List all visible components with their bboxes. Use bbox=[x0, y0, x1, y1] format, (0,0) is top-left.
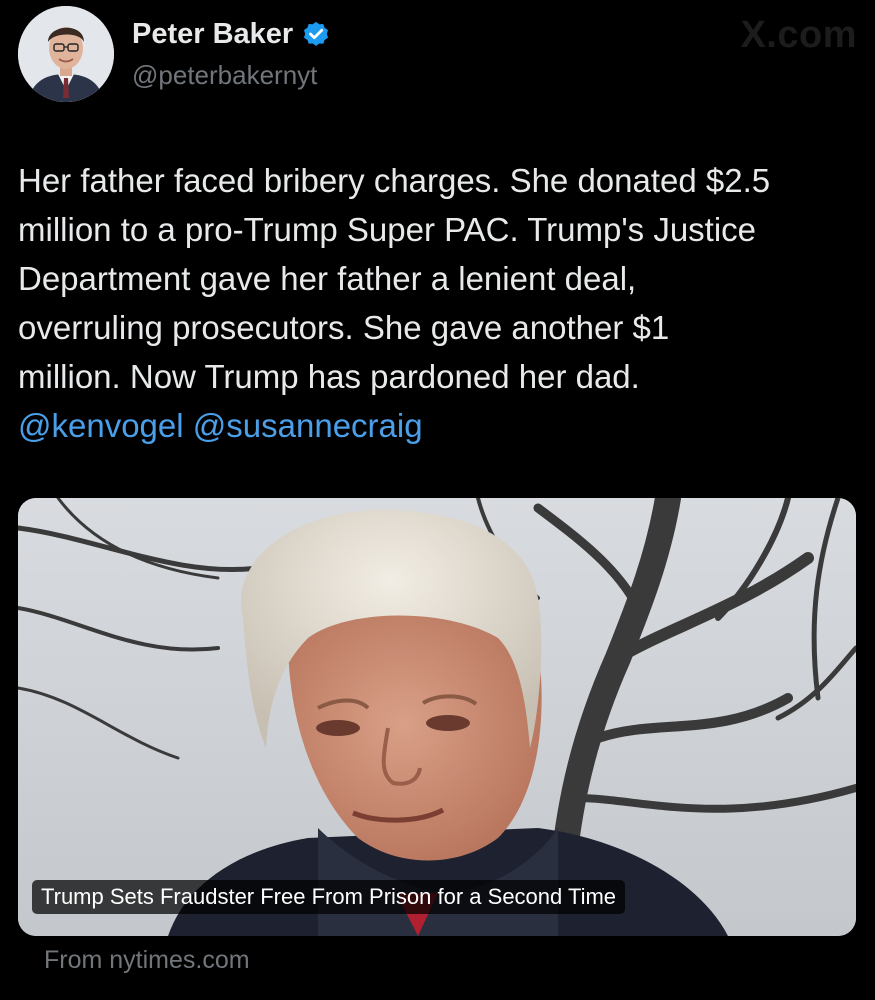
watermark: X.com bbox=[740, 14, 857, 56]
tweet-line: overruling prosecutors. She gave another… bbox=[18, 309, 670, 346]
tweet-header: Peter Baker @peterbakernyt bbox=[18, 6, 858, 102]
verified-badge-icon bbox=[301, 20, 331, 50]
link-preview-card[interactable]: Trump Sets Fraudster Free From Prison fo… bbox=[18, 498, 856, 936]
article-photo bbox=[18, 498, 856, 936]
author-handle[interactable]: @peterbakernyt bbox=[132, 60, 317, 91]
mention-link[interactable]: @susannecraig bbox=[193, 407, 423, 444]
author-name-row: Peter Baker bbox=[132, 18, 331, 51]
mention-link[interactable]: @kenvogel bbox=[18, 407, 184, 444]
article-headline[interactable]: Trump Sets Fraudster Free From Prison fo… bbox=[32, 880, 626, 914]
tweet-line: Department gave her father a lenient dea… bbox=[18, 260, 637, 297]
mentions-line: @kenvogel @susannecraig bbox=[18, 401, 858, 450]
tweet-line: Her father faced bribery charges. She do… bbox=[18, 162, 771, 199]
link-source[interactable]: From nytimes.com bbox=[44, 946, 250, 975]
author-name[interactable]: Peter Baker bbox=[132, 18, 293, 51]
tweet-text: Her father faced bribery charges. She do… bbox=[18, 156, 858, 450]
tweet-line: million to a pro-Trump Super PAC. Trump'… bbox=[18, 211, 757, 248]
author-avatar[interactable] bbox=[18, 6, 114, 102]
tweet-line: million. Now Trump has pardoned her dad. bbox=[18, 358, 640, 395]
